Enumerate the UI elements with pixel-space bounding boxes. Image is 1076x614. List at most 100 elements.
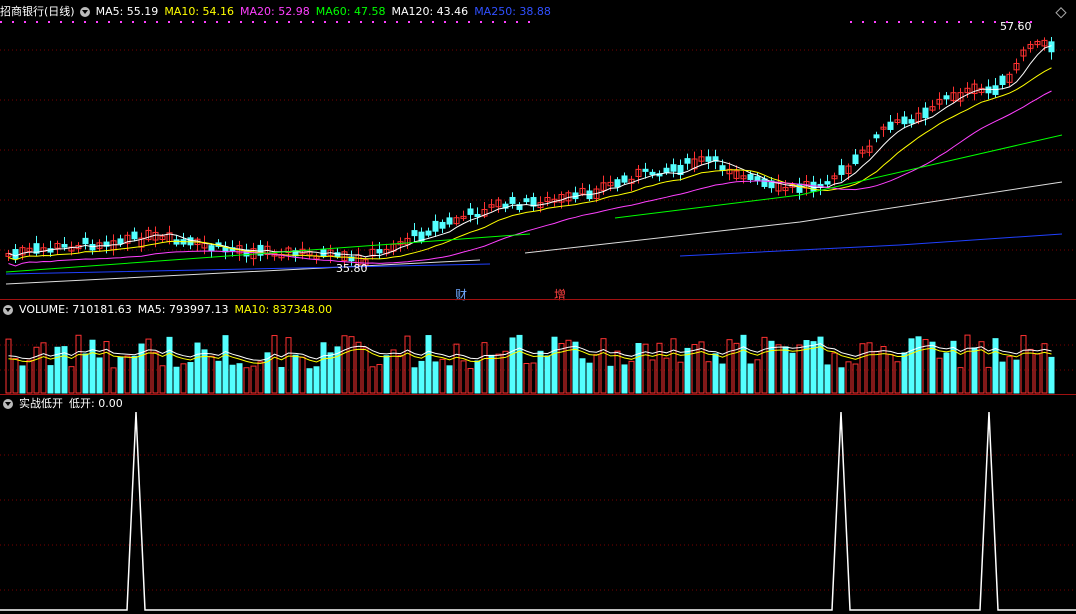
volume-bar: [194, 342, 201, 394]
volume-bar: [670, 338, 677, 394]
volume-bar: [579, 358, 586, 394]
volume-bar: [915, 336, 922, 394]
volume-bar: [551, 336, 558, 394]
volume-bar: [565, 339, 572, 394]
volume-bar: [985, 366, 992, 394]
finance-marker[interactable]: 财: [455, 286, 467, 303]
volume-bar: [845, 361, 852, 394]
volume-bar: [138, 343, 145, 394]
volume-bar: [852, 363, 859, 394]
volume-bar: [1020, 335, 1027, 394]
volume-bar: [558, 343, 565, 394]
volume-bar: [803, 340, 810, 394]
volume-bar: [208, 355, 215, 394]
stock-title: 招商银行(日线): [0, 5, 75, 18]
volume-bar: [418, 360, 425, 394]
candle: [446, 217, 453, 225]
volume-bar: [68, 366, 75, 394]
volume-bar: [656, 342, 663, 394]
volume-bar: [1034, 353, 1041, 394]
volume-bar: [19, 365, 26, 394]
volume-bar: [243, 367, 250, 394]
volume-label: VOLUME: 710181.63: [19, 303, 132, 316]
volume-bar: [180, 363, 187, 394]
candle: [642, 168, 649, 172]
volume-bar: [992, 338, 999, 394]
volume-bar: [705, 361, 712, 394]
volume-bar: [488, 354, 495, 394]
add-shares-marker[interactable]: 增: [554, 286, 566, 303]
candle: [649, 171, 656, 176]
volume-bar: [635, 343, 642, 394]
volume-bar: [236, 363, 243, 394]
candle: [796, 183, 803, 193]
candle: [530, 197, 537, 207]
indicator-value: 低开: 0.00: [69, 397, 123, 410]
candle: [761, 178, 768, 187]
candle: [663, 167, 670, 173]
candle: [82, 237, 89, 245]
volume-ma10-label: MA10: 837348.00: [234, 303, 333, 316]
candle: [425, 230, 432, 236]
candle: [887, 121, 894, 130]
volume-bar: [838, 367, 845, 394]
volume-bar: [929, 341, 936, 394]
volume-bar: [649, 359, 656, 394]
volume-header: VOLUME: 710181.63 MA5: 793997.13 MA10: 8…: [0, 302, 338, 318]
volume-bar: [866, 342, 873, 394]
candle: [523, 198, 530, 203]
volume-bar: [908, 338, 915, 394]
volume-bar: [761, 336, 768, 394]
volume-bar: [320, 342, 327, 394]
ma250-label: MA250: 38.88: [474, 5, 551, 18]
volume-bar: [5, 338, 12, 394]
volume-bar: [873, 350, 880, 394]
candle: [670, 164, 677, 172]
volume-bar: [887, 354, 894, 394]
volume-bar: [964, 334, 971, 394]
volume-bar: [621, 364, 628, 394]
volume-bar: [467, 368, 474, 394]
volume-bar: [1048, 356, 1055, 394]
ma20-label: MA20: 52.98: [240, 5, 310, 18]
candle: [208, 245, 215, 252]
volume-bar: [495, 353, 502, 394]
chart-area[interactable]: 招商银行(日线) MA5: 55.19 MA10: 54.16 MA20: 52…: [0, 0, 1076, 614]
ma10-line: [8, 67, 1052, 261]
indicator-name: 实战低开: [19, 397, 63, 410]
volume-bar: [810, 341, 817, 394]
volume-bar: [124, 355, 131, 394]
volume-bar: [1006, 356, 1013, 394]
volume-bar: [950, 340, 957, 394]
volume-bar: [250, 365, 257, 394]
volume-bar: [348, 336, 355, 394]
ma10-label: MA10: 54.16: [164, 5, 235, 18]
candle: [838, 165, 845, 175]
ma5-label: MA5: 55.19: [95, 5, 159, 18]
volume-bar: [677, 361, 684, 394]
volume-bar: [628, 360, 635, 394]
volume-bar: [509, 337, 516, 394]
volume-bar: [40, 342, 47, 394]
ma5-line: [8, 45, 1052, 258]
volume-bar: [516, 334, 523, 394]
candle: [173, 239, 180, 245]
volume-bar: [740, 334, 747, 394]
volume-bar: [537, 350, 544, 394]
dropdown-icon[interactable]: [79, 7, 90, 17]
candle: [131, 231, 138, 240]
candle: [117, 238, 124, 245]
candle: [999, 75, 1006, 85]
volume-bar: [712, 353, 719, 394]
volume-bar: [369, 366, 376, 394]
volume-bar: [313, 366, 320, 394]
volume-bar: [824, 364, 831, 394]
volume-bar: [327, 352, 334, 394]
dropdown-icon[interactable]: [3, 399, 13, 409]
volume-bar: [691, 344, 698, 394]
volume-bar: [747, 363, 754, 394]
dropdown-icon[interactable]: [3, 305, 13, 315]
volume-ma5-label: MA5: 793997.13: [137, 303, 229, 316]
volume-bar: [425, 335, 432, 394]
volume-bar: [299, 356, 306, 394]
